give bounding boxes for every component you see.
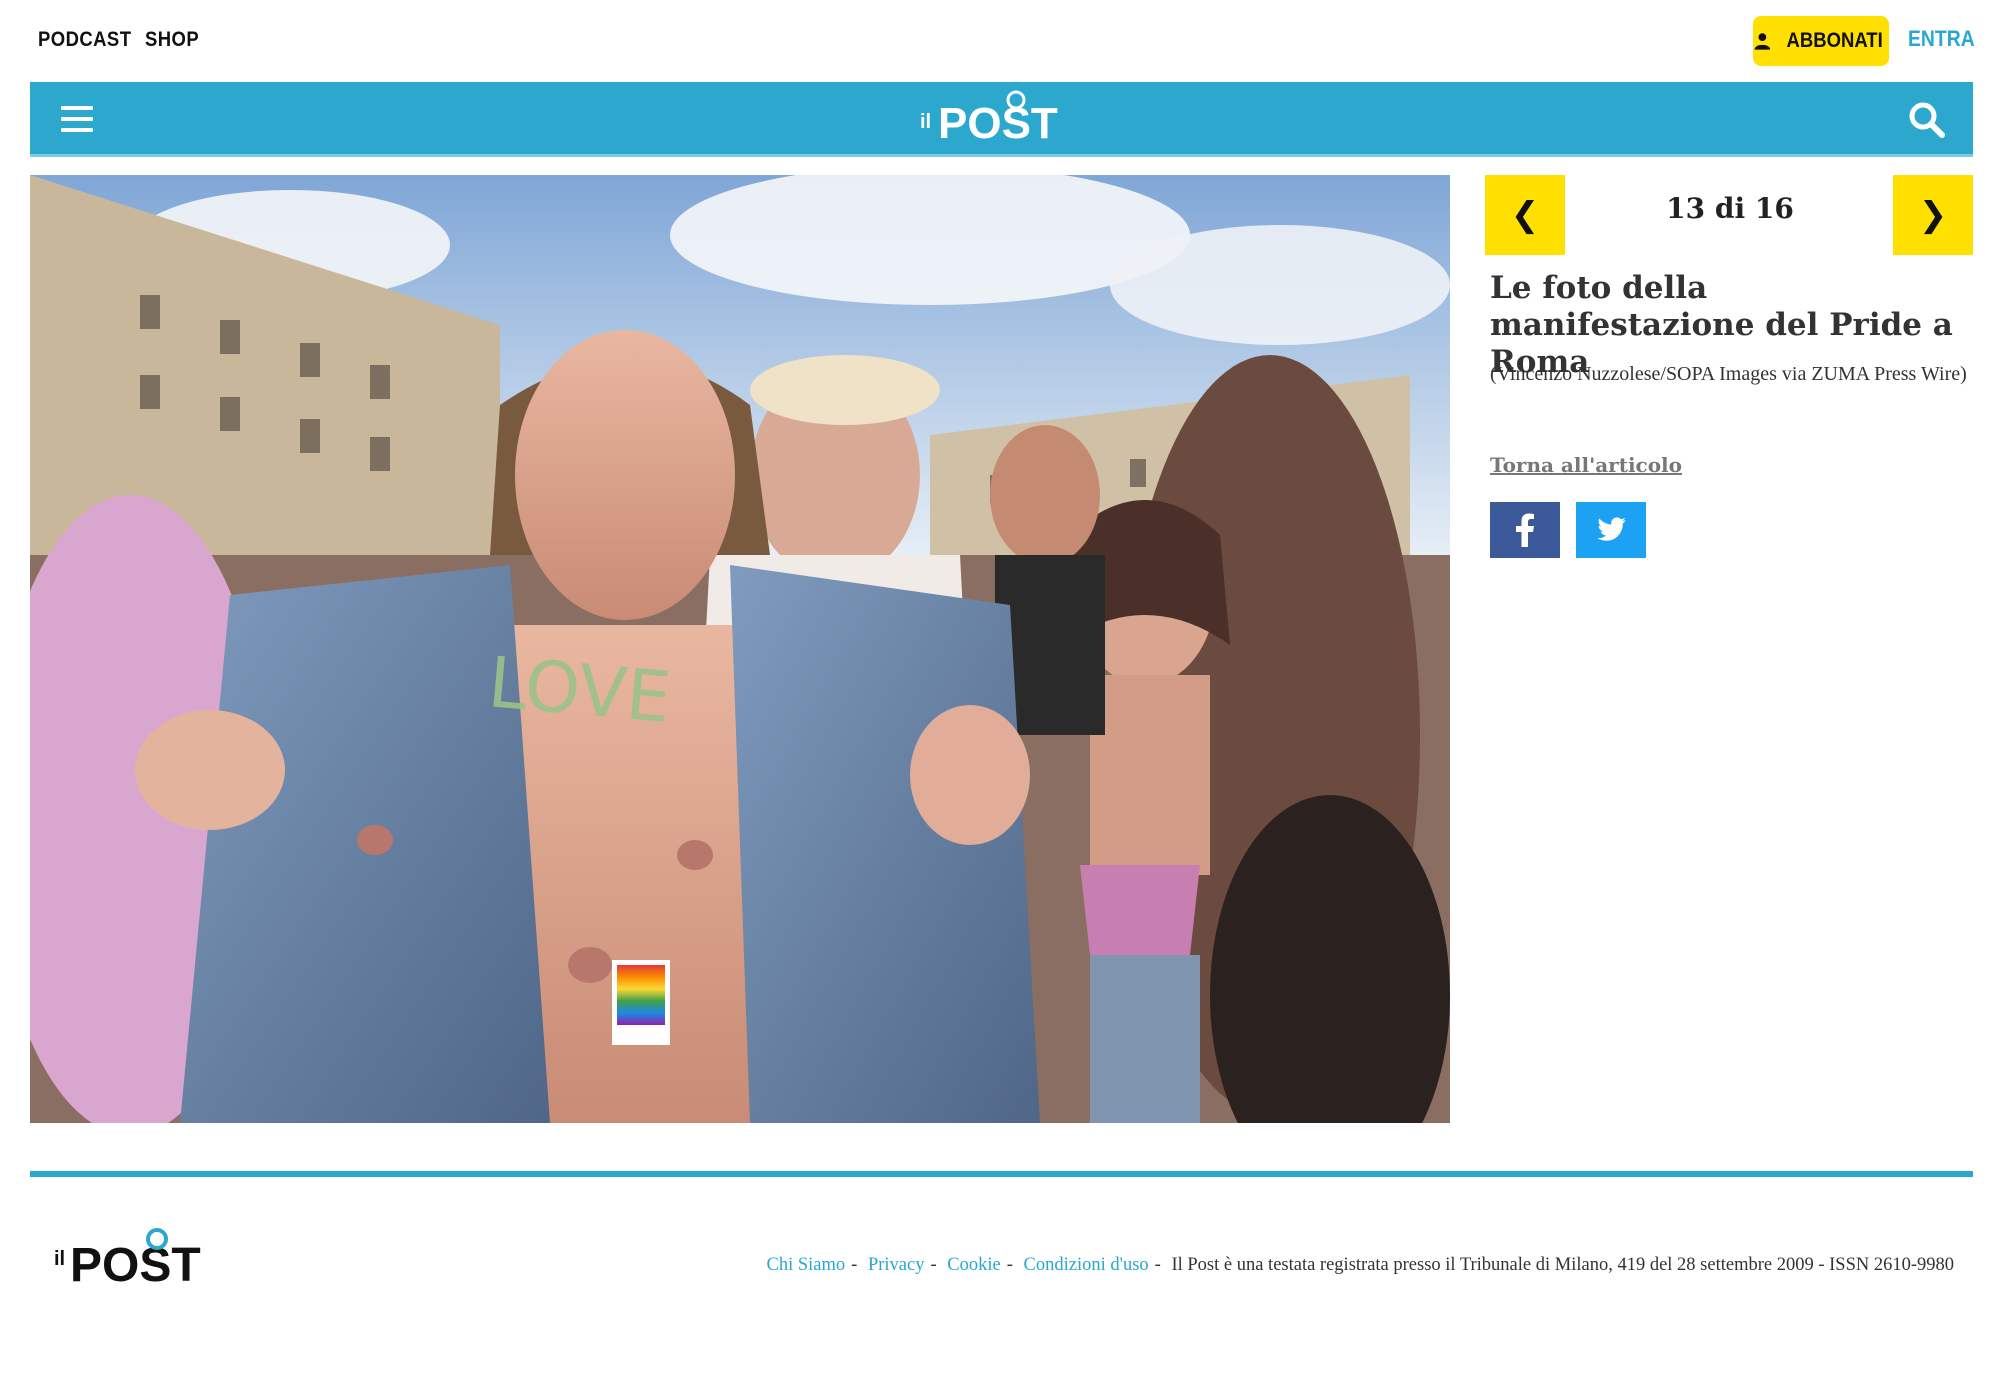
chevron-right-icon: ❯ (1918, 195, 1948, 235)
top-bar: PODCAST SHOP ABBONATI ENTRA (0, 0, 2000, 82)
prev-button[interactable]: ❮ (1485, 175, 1565, 255)
logo-main-text: POST (938, 99, 1058, 148)
photo-illustration: LOVE (30, 175, 1450, 1123)
shop-link[interactable]: SHOP (145, 28, 199, 52)
back-to-article-link[interactable]: Torna all'articolo (1490, 453, 1682, 477)
subscribe-label: ABBONATI (1786, 29, 1883, 52)
photo-credit: (Vincenzo Nuzzolese/SOPA Images via ZUMA… (1490, 363, 1967, 385)
chest-text: LOVE (485, 641, 674, 739)
user-icon (1754, 33, 1771, 50)
next-button[interactable]: ❯ (1893, 175, 1973, 255)
search-icon[interactable] (1907, 100, 1947, 140)
logo-small-text: il (920, 111, 931, 133)
footer-divider (30, 1171, 1973, 1177)
gallery-photo: LOVE (30, 175, 1450, 1123)
twitter-share-button[interactable] (1576, 502, 1646, 558)
menu-icon[interactable] (61, 106, 93, 132)
footer-link-condizioni[interactable]: Condizioni d'uso (1024, 1255, 1149, 1275)
footer-link-cookie[interactable]: Cookie (947, 1255, 1000, 1275)
facebook-icon (1516, 513, 1534, 547)
gallery-counter: 13 di 16 (1666, 192, 1794, 225)
il-post-logo[interactable]: il POST (918, 88, 1078, 148)
footer-link-privacy[interactable]: Privacy (868, 1255, 925, 1275)
footer-link-chi-siamo[interactable]: Chi Siamo (767, 1255, 846, 1275)
podcast-link[interactable]: PODCAST (38, 28, 131, 52)
chevron-left-icon: ❮ (1510, 195, 1540, 235)
subscribe-button[interactable]: ABBONATI (1753, 16, 1889, 66)
login-link[interactable]: ENTRA (1908, 26, 1975, 52)
footer-legal-text: Il Post è una testata registrata presso … (1171, 1255, 1954, 1275)
twitter-icon (1597, 517, 1626, 541)
main-header: il POST (30, 82, 1973, 157)
facebook-share-button[interactable] (1490, 502, 1560, 558)
footer-links: Chi Siamo - Privacy - Cookie - Condizioni d… (766, 1255, 1954, 1275)
